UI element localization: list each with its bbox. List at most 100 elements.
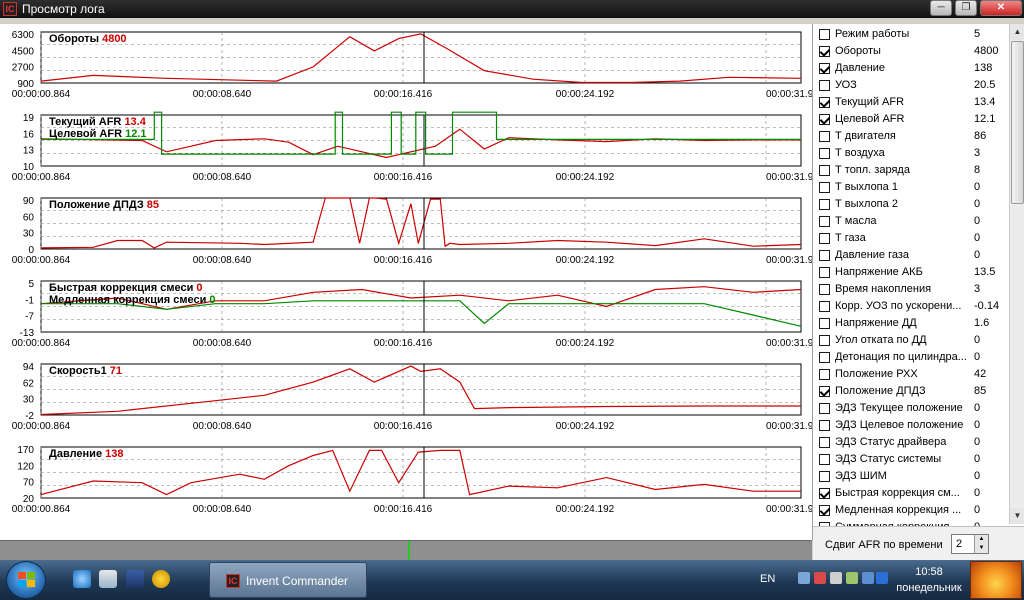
param-row[interactable]: ЭДЗ Статус драйвера 0 bbox=[813, 434, 1009, 451]
scroll-down-icon[interactable]: ▼ bbox=[1010, 508, 1024, 524]
param-checkbox[interactable] bbox=[819, 250, 830, 261]
param-checkbox[interactable] bbox=[819, 284, 830, 295]
param-row[interactable]: Напряжение ДД 1.6 bbox=[813, 315, 1009, 332]
afr-shift-spinner[interactable]: 2 ▲ ▼ bbox=[951, 534, 989, 554]
param-checkbox[interactable] bbox=[819, 46, 830, 57]
charts-area[interactable]: 6300 4500 2700 900 00:00:00.864 00:00:08.640 0… bbox=[0, 24, 812, 540]
param-checkbox[interactable] bbox=[819, 199, 830, 210]
param-row[interactable]: Т топл. заряда 8 bbox=[813, 162, 1009, 179]
timeline-scrollbar[interactable] bbox=[0, 540, 812, 561]
param-row[interactable]: Быстрая коррекция см... 0 bbox=[813, 485, 1009, 502]
charts-canvas[interactable]: 63004500270090000:00:00.864 00:00:08.640 0… bbox=[0, 24, 812, 540]
param-checkbox[interactable] bbox=[819, 233, 830, 244]
volume-icon[interactable] bbox=[830, 572, 842, 584]
param-checkbox[interactable] bbox=[819, 97, 830, 108]
param-value: 0 bbox=[974, 351, 981, 363]
start-button[interactable] bbox=[6, 561, 46, 599]
param-checkbox[interactable] bbox=[819, 29, 830, 40]
param-checkbox[interactable] bbox=[819, 454, 830, 465]
param-row[interactable]: Т выхлопа 2 0 bbox=[813, 196, 1009, 213]
param-row[interactable]: Угол отката по ДД 0 bbox=[813, 332, 1009, 349]
scroll-thumb[interactable] bbox=[1011, 41, 1024, 204]
param-row[interactable]: Режим работы 5 bbox=[813, 26, 1009, 43]
security-icon[interactable] bbox=[814, 572, 826, 584]
parameters-scrollbar[interactable]: ▲ ▼ bbox=[1009, 24, 1024, 524]
param-checkbox[interactable] bbox=[819, 267, 830, 278]
param-row[interactable]: Напряжение АКБ 13.5 bbox=[813, 264, 1009, 281]
display-icon[interactable] bbox=[862, 572, 874, 584]
param-checkbox[interactable] bbox=[819, 182, 830, 193]
param-checkbox[interactable] bbox=[819, 114, 830, 125]
timeline-position-marker[interactable] bbox=[408, 541, 410, 561]
param-row[interactable]: Обороты 4800 bbox=[813, 43, 1009, 60]
chart-panel: 1916131000:00:00.864 00:00:08.640 00:00:16… bbox=[12, 111, 812, 183]
param-row[interactable]: ЭДЗ Статус системы 0 bbox=[813, 451, 1009, 468]
x-tick-label: 00:00:00.864 bbox=[12, 89, 71, 100]
param-checkbox[interactable] bbox=[819, 488, 830, 499]
param-row[interactable]: Давление 138 bbox=[813, 60, 1009, 77]
show-desktop-button[interactable] bbox=[970, 561, 1022, 599]
explorer-icon[interactable] bbox=[99, 570, 117, 588]
x-tick-label: 00:00:00.864 bbox=[12, 255, 71, 266]
clock[interactable]: 10:58 понедельник bbox=[894, 564, 964, 596]
close-button[interactable]: ✕ bbox=[980, 0, 1022, 16]
param-checkbox[interactable] bbox=[819, 301, 830, 312]
param-checkbox[interactable] bbox=[819, 216, 830, 227]
param-row[interactable]: ЭДЗ Текущее положение 0 bbox=[813, 400, 1009, 417]
spin-down-icon[interactable]: ▼ bbox=[974, 544, 988, 553]
param-checkbox[interactable] bbox=[819, 437, 830, 448]
param-row[interactable]: ЭДЗ Целевое положение 0 bbox=[813, 417, 1009, 434]
param-row[interactable]: Т воздуха 3 bbox=[813, 145, 1009, 162]
param-label: Положение РХХ bbox=[835, 368, 918, 380]
param-row[interactable]: Текущий AFR 13.4 bbox=[813, 94, 1009, 111]
network-icon[interactable] bbox=[798, 572, 810, 584]
param-row[interactable]: Медленная коррекция ... 0 bbox=[813, 502, 1009, 519]
y-tick-label: 30 bbox=[23, 395, 35, 406]
param-checkbox[interactable] bbox=[819, 80, 830, 91]
x-tick-label: 00:00:31.96 bbox=[766, 89, 812, 100]
param-row[interactable]: Положение ДПДЗ 85 bbox=[813, 383, 1009, 400]
app-icon[interactable] bbox=[152, 570, 170, 588]
series-legend: Целевой AFR 12.1 bbox=[49, 128, 147, 140]
bluetooth-icon[interactable] bbox=[876, 572, 888, 584]
ie-icon[interactable] bbox=[73, 570, 91, 588]
maximize-button[interactable]: ❐ bbox=[955, 0, 977, 16]
param-checkbox[interactable] bbox=[819, 420, 830, 431]
param-row[interactable]: Т двигателя 86 bbox=[813, 128, 1009, 145]
param-row[interactable]: Т выхлопа 1 0 bbox=[813, 179, 1009, 196]
param-row[interactable]: УОЗ 20.5 bbox=[813, 77, 1009, 94]
scroll-up-icon[interactable]: ▲ bbox=[1010, 24, 1024, 40]
language-indicator[interactable]: EN bbox=[760, 573, 775, 585]
param-checkbox[interactable] bbox=[819, 505, 830, 516]
afr-shift-value[interactable]: 2 bbox=[956, 538, 962, 550]
param-checkbox[interactable] bbox=[819, 352, 830, 363]
param-checkbox[interactable] bbox=[819, 318, 830, 329]
param-checkbox[interactable] bbox=[819, 471, 830, 482]
param-row[interactable]: ЭДЗ ШИМ 0 bbox=[813, 468, 1009, 485]
param-checkbox[interactable] bbox=[819, 63, 830, 74]
param-checkbox[interactable] bbox=[819, 403, 830, 414]
param-label: Быстрая коррекция см... bbox=[835, 487, 960, 499]
taskbar-task-invent-commander[interactable]: IC Invent Commander bbox=[209, 562, 367, 598]
param-row[interactable]: Т газа 0 bbox=[813, 230, 1009, 247]
x-tick-label: 00:00:24.192 bbox=[556, 172, 615, 183]
param-row[interactable]: Детонация по цилиндра... 0 bbox=[813, 349, 1009, 366]
usb-icon[interactable] bbox=[846, 572, 858, 584]
series-name: Текущий AFR bbox=[49, 116, 124, 128]
param-row[interactable]: Т масла 0 bbox=[813, 213, 1009, 230]
param-checkbox[interactable] bbox=[819, 148, 830, 159]
param-row[interactable]: Корр. УОЗ по ускорени... -0.14 bbox=[813, 298, 1009, 315]
param-checkbox[interactable] bbox=[819, 369, 830, 380]
param-row[interactable]: Давление газа 0 bbox=[813, 247, 1009, 264]
save-icon[interactable] bbox=[126, 570, 144, 588]
param-checkbox[interactable] bbox=[819, 386, 830, 397]
param-checkbox[interactable] bbox=[819, 335, 830, 346]
spin-up-icon[interactable]: ▲ bbox=[974, 535, 988, 544]
param-checkbox[interactable] bbox=[819, 131, 830, 142]
param-checkbox[interactable] bbox=[819, 165, 830, 176]
param-row[interactable]: Целевой AFR 12.1 bbox=[813, 111, 1009, 128]
minimize-button[interactable]: ─ bbox=[930, 0, 952, 16]
param-row[interactable]: Время накопления 3 bbox=[813, 281, 1009, 298]
series-value: 0 bbox=[209, 294, 215, 306]
param-row[interactable]: Положение РХХ 42 bbox=[813, 366, 1009, 383]
